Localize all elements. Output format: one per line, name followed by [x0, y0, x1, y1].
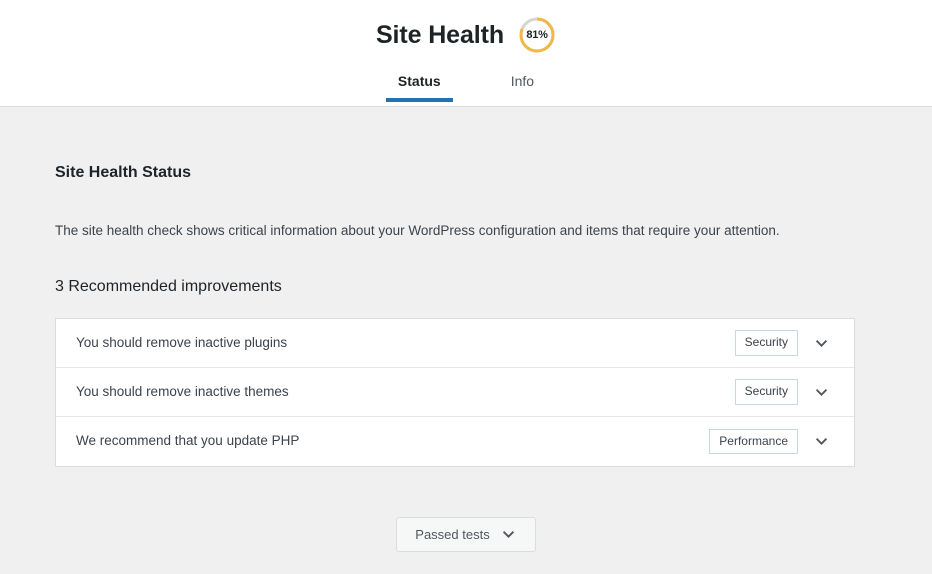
section-description: The site health check shows critical inf… — [55, 223, 780, 239]
improvements-heading: 3 Recommended improvements — [55, 277, 282, 295]
health-score-label: 81% — [526, 29, 548, 41]
issue-title: We recommend that you update PHP — [76, 433, 300, 449]
chevron-down-icon[interactable] — [804, 335, 838, 352]
passed-tests-button[interactable]: Passed tests — [396, 517, 536, 553]
chevron-down-icon — [500, 526, 517, 543]
issue-title: You should remove inactive plugins — [76, 334, 288, 350]
content-wrapper: Site Health Status The site health check… — [55, 107, 855, 468]
issue-category-badge: Security — [734, 330, 798, 356]
section-heading: Site Health Status — [55, 164, 192, 181]
passed-tests-label: Passed tests — [415, 527, 490, 543]
title-row: Site Health 81% — [0, 0, 932, 54]
passed-tests-footer: Passed tests — [0, 467, 932, 553]
issue-category-badge: Security — [734, 379, 798, 405]
site-health-body: Site Health Status The site health check… — [0, 107, 932, 553]
recommended-improvements-list: You should remove inactive plugins Secur… — [55, 318, 855, 468]
chevron-down-icon[interactable] — [804, 384, 838, 401]
site-health-header: Site Health 81% Status Info — [0, 0, 932, 107]
issue-title: You should remove inactive themes — [76, 383, 289, 399]
site-health-tabs: Status Info — [0, 68, 932, 103]
health-score-ring: 81% — [518, 16, 556, 54]
tab-info[interactable]: Info — [499, 68, 546, 102]
chevron-down-icon[interactable] — [804, 433, 838, 450]
issue-row[interactable]: You should remove inactive plugins Secur… — [56, 319, 854, 369]
issue-category-badge: Performance — [709, 428, 798, 455]
page-title: Site Health — [375, 21, 505, 49]
issue-row[interactable]: You should remove inactive themes Securi… — [56, 368, 854, 418]
tab-status[interactable]: Status — [385, 68, 453, 103]
issue-row[interactable]: We recommend that you update PHP Perform… — [56, 417, 854, 466]
